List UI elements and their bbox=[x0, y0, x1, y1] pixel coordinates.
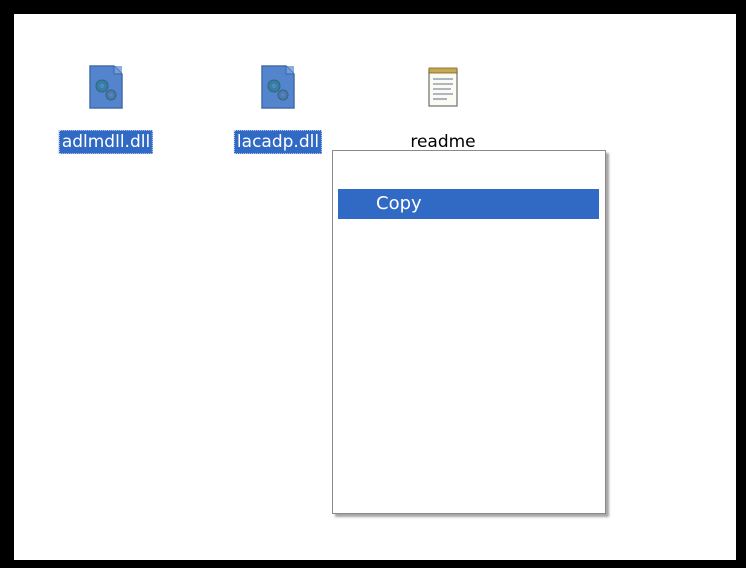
dll-file-icon bbox=[86, 64, 126, 110]
context-menu: Copy bbox=[332, 150, 606, 514]
menu-item-copy[interactable]: Copy bbox=[338, 189, 599, 219]
desktop-area[interactable]: adlmdll.dll lacadp.dll readme Copy bbox=[14, 14, 736, 560]
file-item-readme[interactable]: readme bbox=[373, 64, 513, 164]
file-name-label[interactable]: lacadp.dll bbox=[233, 130, 323, 154]
text-document-icon bbox=[423, 64, 463, 110]
file-item-lacadp[interactable]: lacadp.dll bbox=[208, 64, 348, 164]
dll-file-icon bbox=[258, 64, 298, 110]
screenshot-frame: adlmdll.dll lacadp.dll readme Copy bbox=[0, 0, 746, 568]
menu-item-label: Copy bbox=[376, 193, 422, 214]
file-name-label[interactable]: adlmdll.dll bbox=[58, 130, 154, 154]
file-item-adlmdll[interactable]: adlmdll.dll bbox=[36, 64, 176, 164]
